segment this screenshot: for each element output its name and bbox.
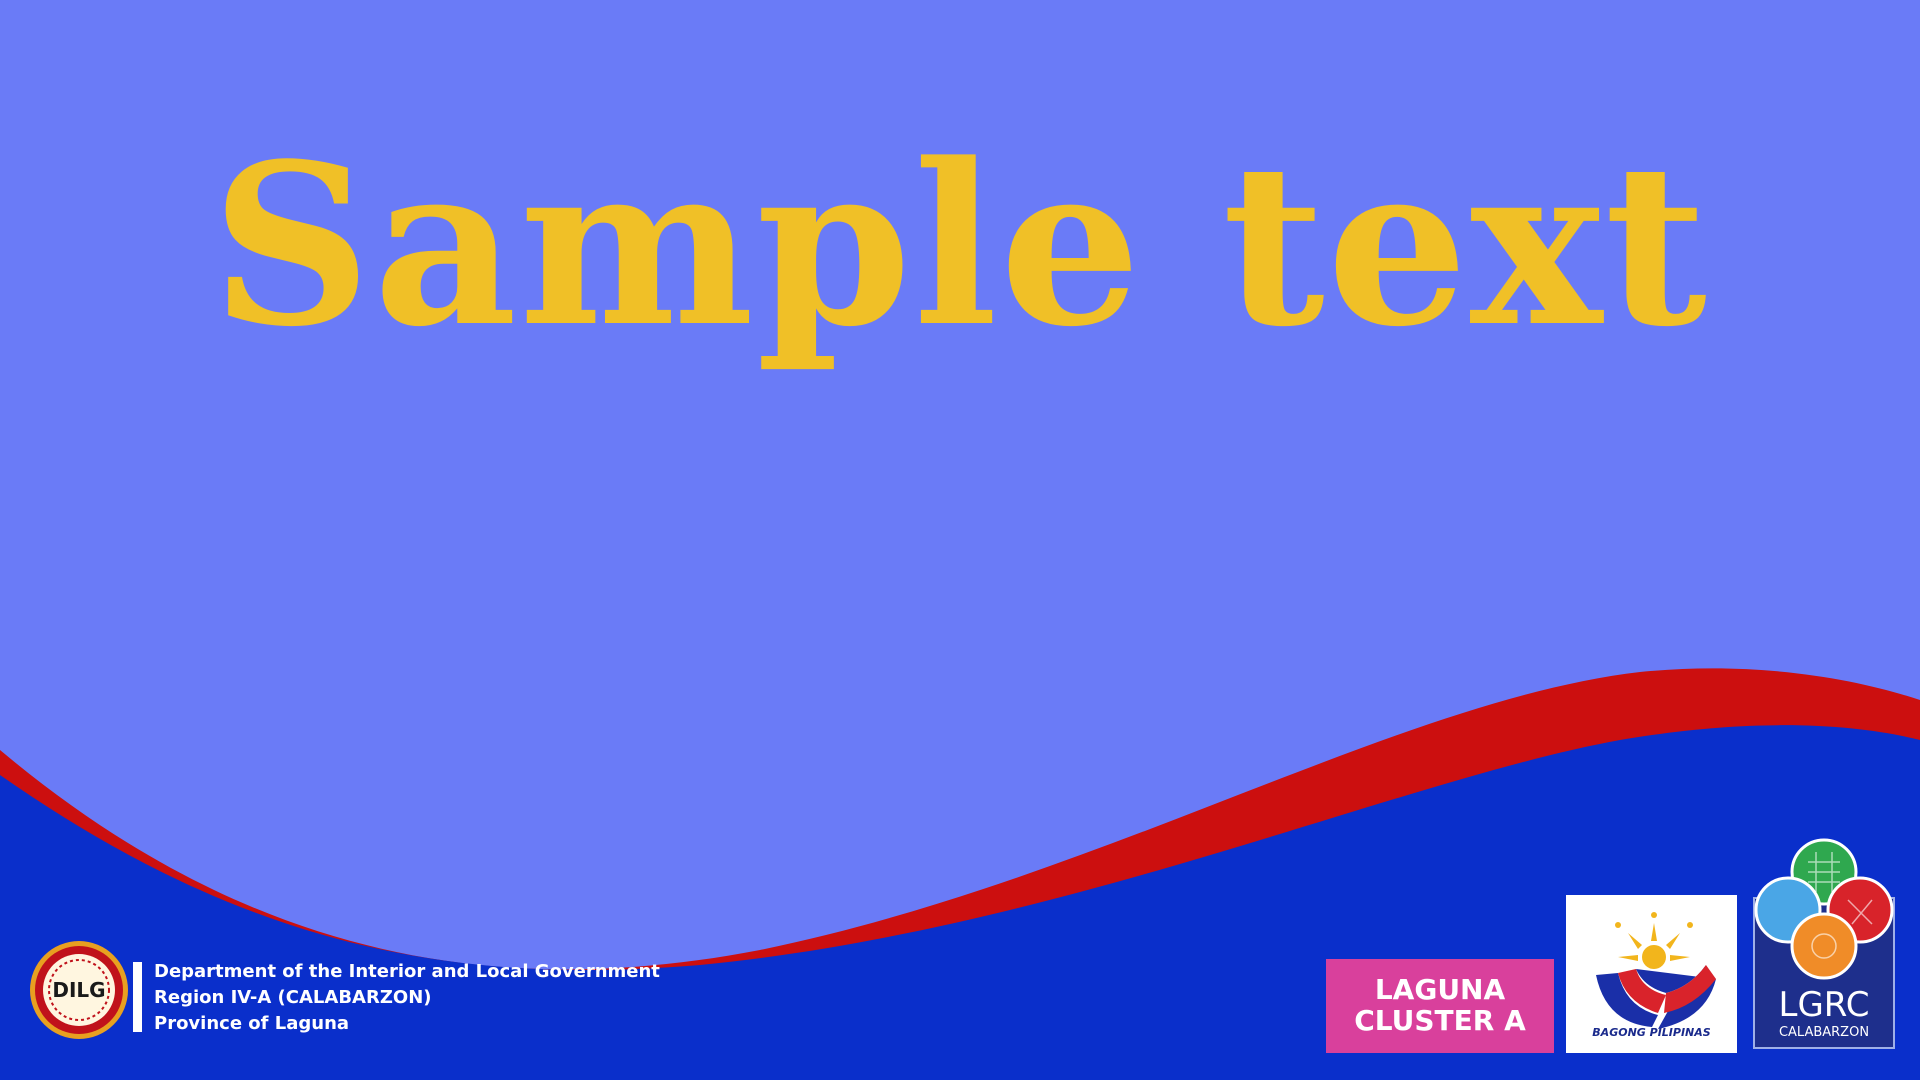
slide-title: Sample text: [211, 116, 1709, 376]
lgrc-name: LGRC: [1779, 985, 1870, 1025]
lgrc-logo-icon: LGRC CALABARZON: [1753, 838, 1895, 1049]
cluster-badge-line2: CLUSTER A: [1354, 1004, 1526, 1037]
bagong-pilipinas-text: BAGONG PILIPINAS: [1592, 1026, 1711, 1039]
slide: Sample text DILG Department of the Inter…: [0, 0, 1920, 1080]
cluster-badge-line1: LAGUNA: [1374, 973, 1506, 1007]
dilg-seal-icon: DILG: [30, 941, 128, 1039]
laguna-cluster-badge: LAGUNA CLUSTER A: [1326, 959, 1554, 1053]
lgrc-region: CALABARZON: [1779, 1025, 1869, 1040]
org-divider: [133, 962, 142, 1032]
dilg-seal-text: DILG: [52, 978, 105, 1002]
org-name-line1: Department of the Interior and Local Gov…: [154, 961, 660, 982]
org-province-line: Province of Laguna: [154, 1013, 350, 1034]
bagong-pilipinas-logo-icon: BAGONG PILIPINAS: [1566, 895, 1737, 1053]
org-region-line: Region IV-A (CALABARZON): [154, 987, 432, 1008]
